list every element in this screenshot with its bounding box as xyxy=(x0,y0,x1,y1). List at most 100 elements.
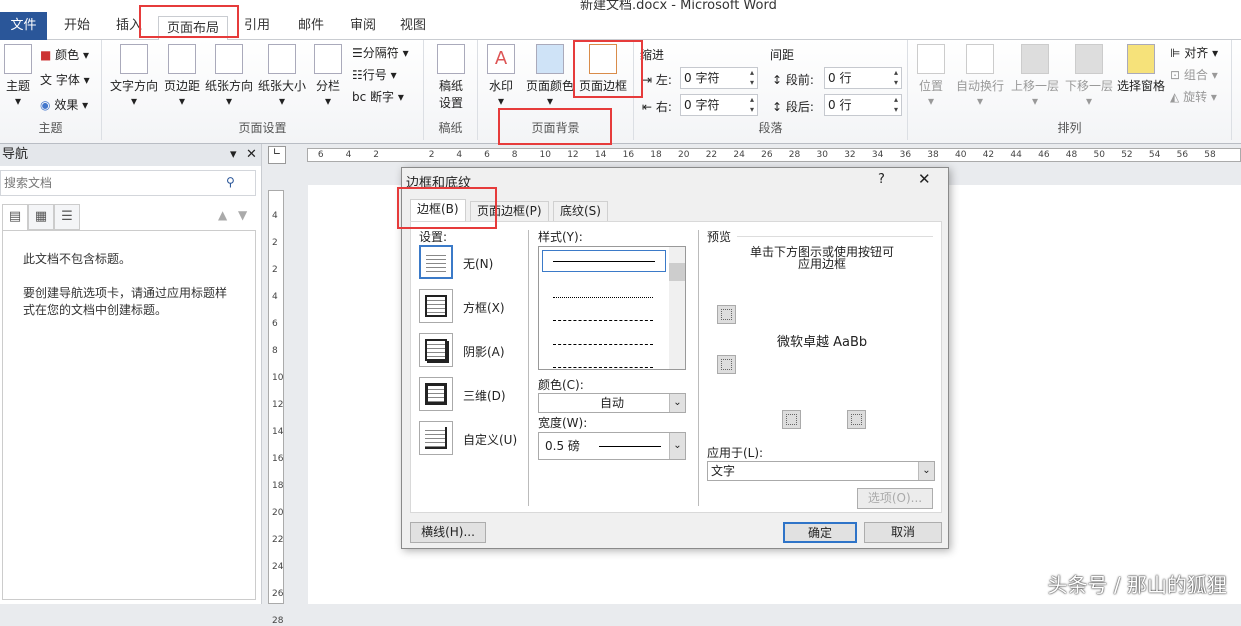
search-input[interactable]: 搜索文档 xyxy=(0,170,256,196)
bottom-border-button[interactable] xyxy=(717,355,736,374)
setting-shadow-icon[interactable] xyxy=(419,333,453,367)
bring-forward-icon xyxy=(1021,44,1049,74)
ruler-tick-label: 24 xyxy=(272,562,283,572)
headings-tab-icon[interactable]: ▤ xyxy=(2,204,28,230)
tab-review[interactable]: 审阅 xyxy=(342,14,384,40)
selection-pane-button[interactable]: 选择窗格 xyxy=(1114,44,1168,94)
style-long-dash[interactable] xyxy=(553,344,653,345)
right-border-button[interactable] xyxy=(847,410,866,429)
nav-header: 导航 ▾✕ xyxy=(0,144,261,166)
top-border-button[interactable] xyxy=(717,305,736,324)
next-icon[interactable]: ▼ xyxy=(238,208,247,222)
ruler-tick-label: 6 xyxy=(272,319,278,329)
nav-menu-icon[interactable]: ▾ xyxy=(230,144,237,166)
tab-references[interactable]: 引用 xyxy=(236,14,278,40)
search-icon[interactable]: ⚲ xyxy=(226,175,235,189)
setting-shadow-label[interactable]: 阴影(A) xyxy=(463,343,505,360)
horizontal-line-button[interactable]: 横线(H)... xyxy=(410,522,486,543)
watermark-icon: A xyxy=(487,44,515,74)
setting-box-icon[interactable] xyxy=(419,289,453,323)
indent-left-input[interactable]: 0 字符 xyxy=(680,67,758,89)
pages-tab-icon[interactable]: ▦ xyxy=(28,204,54,230)
rotate-button[interactable]: ◭ 旋转 ▾ xyxy=(1170,88,1217,105)
tab-selector[interactable]: ∟ xyxy=(268,146,286,164)
ruler-tick-label: 32 xyxy=(844,150,855,160)
previous-icon[interactable]: ▲ xyxy=(218,208,227,222)
group-icon: ⊡ xyxy=(1170,68,1180,82)
setting-custom-icon[interactable] xyxy=(419,421,453,455)
tab-shading[interactable]: 底纹(S) xyxy=(553,201,608,221)
colors-button[interactable]: ■ 颜色 ▾ xyxy=(40,46,89,63)
style-dash-dot[interactable] xyxy=(553,367,653,368)
style-label: 样式(Y): xyxy=(538,228,583,245)
ruler-tick-label: 8 xyxy=(512,150,518,160)
group-label: 主题 xyxy=(0,119,101,136)
hyphenation-button[interactable]: bc 断字 ▾ xyxy=(352,88,404,105)
highlight-box xyxy=(573,40,643,98)
align-icon: ⊫ xyxy=(1170,46,1180,60)
ok-button[interactable]: 确定 xyxy=(783,522,857,543)
fonts-button[interactable]: 文 字体 ▾ xyxy=(40,71,90,88)
apply-to-select[interactable]: 文字⌄ xyxy=(707,461,935,481)
width-select[interactable]: 0.5 磅⌄ xyxy=(538,432,686,460)
indent-right-input[interactable]: 0 字符 xyxy=(680,94,758,116)
preview-hint: 单击下方图示或使用按钮可应用边框 xyxy=(747,246,897,270)
help-button[interactable]: ? xyxy=(878,172,885,187)
style-dashed[interactable] xyxy=(553,320,653,321)
group-button[interactable]: ⊡ 组合 ▾ xyxy=(1170,66,1218,83)
tab-home[interactable]: 开始 xyxy=(56,14,98,40)
align-button[interactable]: ⊫ 对齐 ▾ xyxy=(1170,44,1218,61)
vertical-ruler[interactable]: 42246810121416182022242628 xyxy=(268,190,284,604)
orientation-button[interactable]: 纸张方向▾ xyxy=(202,44,256,108)
margins-button[interactable]: 页边距▾ xyxy=(160,44,204,108)
tab-view[interactable]: 视图 xyxy=(392,14,434,40)
ruler-tick-label: 30 xyxy=(817,150,828,160)
close-button[interactable]: ✕ xyxy=(918,170,931,188)
watermark-button[interactable]: A水印▾ xyxy=(484,44,518,108)
columns-button[interactable]: 分栏▾ xyxy=(312,44,344,108)
setting-none-icon[interactable] xyxy=(419,245,453,279)
style-list[interactable] xyxy=(538,246,686,370)
ruler-tick-label: 22 xyxy=(706,150,717,160)
group-label: 稿纸 xyxy=(424,119,477,136)
style-scrollbar[interactable] xyxy=(669,247,685,369)
spacing-before-input[interactable]: 0 行 xyxy=(824,67,902,89)
nav-close-icon[interactable]: ✕ xyxy=(246,144,257,166)
send-backward-button[interactable]: 下移一层▾ xyxy=(1062,44,1116,108)
bring-forward-button[interactable]: 上移一层▾ xyxy=(1008,44,1062,108)
style-solid[interactable] xyxy=(542,250,666,272)
setting-none-label[interactable]: 无(N) xyxy=(463,255,493,272)
color-select[interactable]: 自动⌄ xyxy=(538,393,686,413)
wrap-text-button[interactable]: 自动换行▾ xyxy=(952,44,1008,108)
setting-3d-label[interactable]: 三维(D) xyxy=(463,387,506,404)
effects-button[interactable]: ◉ 效果 ▾ xyxy=(40,96,88,113)
options-button[interactable]: 选项(O)... xyxy=(857,488,933,509)
nav-tabs: ▤ ▦ ☰ ▲ ▼ xyxy=(0,204,256,230)
text-direction-button[interactable]: 文字方向▾ xyxy=(106,44,162,108)
ruler-tick-label: 26 xyxy=(761,150,772,160)
manuscript-button[interactable]: 稿纸 设置 xyxy=(434,44,468,111)
navigation-pane: 导航 ▾✕ 搜索文档 ⚲ ▤ ▦ ☰ ▲ ▼ 此文档不包含标题。 要创建导航选项… xyxy=(0,144,262,604)
setting-custom-label[interactable]: 自定义(U) xyxy=(463,431,517,448)
horizontal-ruler[interactable]: 6422468101214161820222426283032343638404… xyxy=(307,148,1241,162)
wrap-text-icon xyxy=(966,44,994,74)
style-dotted[interactable] xyxy=(553,297,653,298)
left-border-button[interactable] xyxy=(782,410,801,429)
tab-file[interactable]: 文件 xyxy=(0,12,47,40)
highlight-box xyxy=(139,5,239,38)
ruler-tick-label: 2 xyxy=(272,265,278,275)
breaks-button[interactable]: ☰分隔符 ▾ xyxy=(352,44,409,61)
setting-box-label[interactable]: 方框(X) xyxy=(463,299,505,316)
position-button[interactable]: 位置▾ xyxy=(912,44,950,108)
setting-3d-icon[interactable] xyxy=(419,377,453,411)
themes-button[interactable]: 主题▾ xyxy=(2,44,34,108)
tab-mailings[interactable]: 邮件 xyxy=(290,14,332,40)
page-color-button[interactable]: 页面颜色▾ xyxy=(524,44,576,108)
size-button[interactable]: 纸张大小▾ xyxy=(256,44,308,108)
line-numbers-button[interactable]: ☷行号 ▾ xyxy=(352,66,397,83)
ruler-tick-label: 16 xyxy=(623,150,634,160)
cancel-button[interactable]: 取消 xyxy=(864,522,942,543)
ruler-tick-label: 4 xyxy=(272,292,278,302)
results-tab-icon[interactable]: ☰ xyxy=(54,204,80,230)
spacing-after-input[interactable]: 0 行 xyxy=(824,94,902,116)
